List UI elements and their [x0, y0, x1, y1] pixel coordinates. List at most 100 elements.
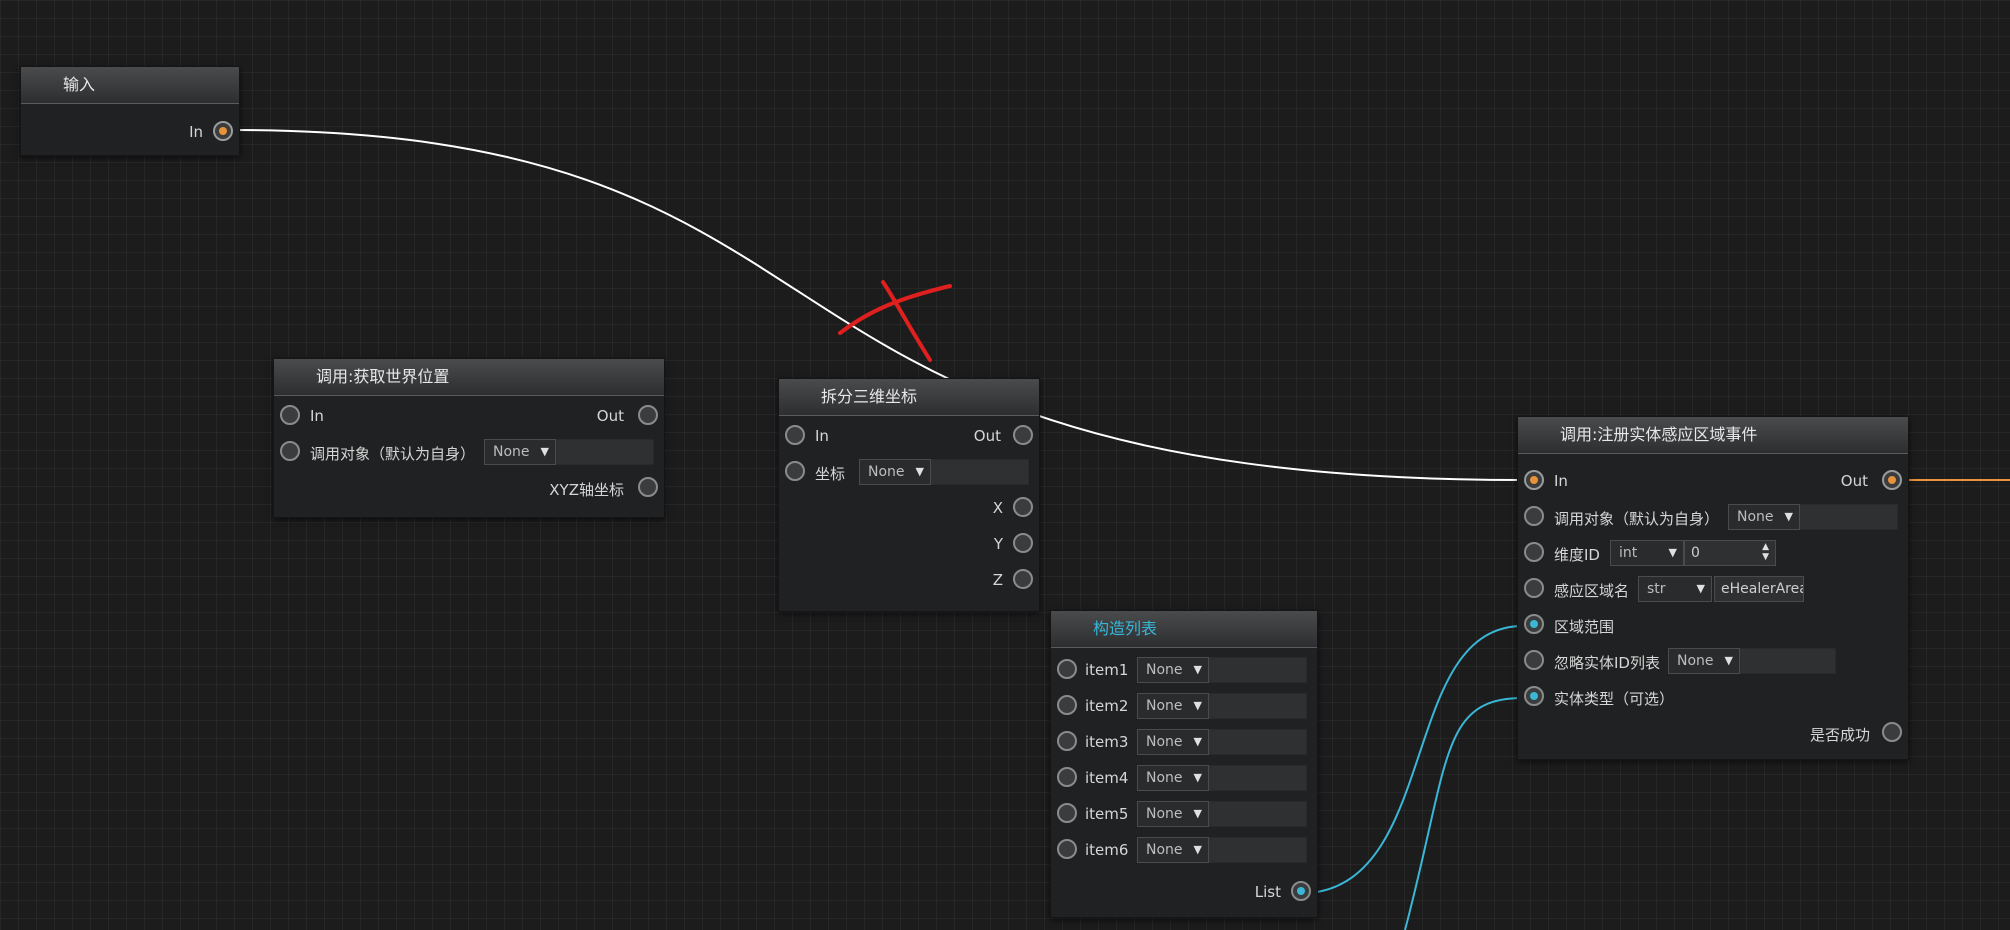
chevron-down-icon: ▼ — [1668, 546, 1677, 559]
data-wire-list-to-range[interactable] — [1309, 625, 1524, 894]
in-pin[interactable] — [280, 405, 300, 425]
item-dropdown[interactable]: None ▼ — [1137, 693, 1209, 719]
out-label: Out — [973, 427, 1001, 445]
dim-type-dropdown[interactable]: int ▼ — [1610, 540, 1684, 566]
node-get-world-position[interactable]: 调用:获取世界位置 In Out 调用对象（默认为自身） None ▼ XYZ轴… — [273, 358, 665, 518]
item-pin[interactable] — [1057, 803, 1077, 823]
ignore-dropdown[interactable]: None ▼ — [1668, 648, 1740, 674]
list-pin[interactable] — [1291, 881, 1311, 901]
z-pin[interactable] — [1013, 569, 1033, 589]
item-pin[interactable] — [1057, 731, 1077, 751]
ignore-pin[interactable] — [1524, 650, 1544, 670]
coord-dropdown[interactable]: None ▼ — [859, 459, 931, 485]
graph-canvas[interactable]: 输入 In 调用:获取世界位置 In Out 调用对象（默认为自身） None … — [0, 0, 2010, 930]
item-pin[interactable] — [1057, 839, 1077, 859]
caller-pin[interactable] — [280, 441, 300, 461]
caller-label: 调用对象（默认为自身） — [310, 445, 476, 463]
item-dropdown[interactable]: None ▼ — [1137, 765, 1209, 791]
ignore-value: None — [1677, 653, 1714, 669]
ignore-label: 忽略实体ID列表 — [1554, 654, 1660, 672]
item-value: None — [1146, 662, 1183, 678]
node-title: 调用:获取世界位置 — [274, 359, 664, 396]
item-label: item3 — [1085, 733, 1129, 751]
z-label: Z — [992, 571, 1003, 589]
xyz-pin[interactable] — [638, 477, 658, 497]
entity-type-label: 实体类型（可选） — [1554, 690, 1675, 708]
dim-value: 0 — [1691, 545, 1700, 561]
success-pin[interactable] — [1882, 722, 1902, 742]
caller-pin[interactable] — [1524, 506, 1544, 526]
chevron-down-icon: ▼ — [1193, 699, 1202, 712]
node-split-vector3[interactable]: 拆分三维坐标 In Out 坐标 None ▼ X Y Z — [778, 378, 1040, 612]
item-label: item2 — [1085, 697, 1129, 715]
range-pin[interactable] — [1524, 614, 1544, 634]
node-build-list[interactable]: 构造列表 item1 None ▼ item2 None ▼ item3 None ▼ item4… — [1050, 610, 1318, 918]
y-label: Y — [993, 535, 1003, 553]
chevron-down-icon: ▼ — [1784, 510, 1793, 523]
dim-type: int — [1619, 545, 1638, 561]
entity-type-pin[interactable] — [1524, 686, 1544, 706]
item-label: item4 — [1085, 769, 1129, 787]
item-pin[interactable] — [1057, 659, 1077, 679]
in-label: In — [189, 123, 203, 141]
item-dropdown[interactable]: None ▼ — [1137, 657, 1209, 683]
node-title: 构造列表 — [1051, 611, 1317, 648]
node-register-area-event[interactable]: 调用:注册实体感应区域事件 In Out 调用对象（默认为自身） None ▼ … — [1517, 416, 1909, 760]
item-dropdown[interactable]: None ▼ — [1137, 801, 1209, 827]
caller-dropdown[interactable]: None ▼ — [484, 439, 556, 465]
x-label: X — [992, 499, 1003, 517]
data-wire-to-entity-type[interactable] — [1404, 697, 1524, 930]
caller-value: None — [493, 444, 530, 460]
out-label: Out — [596, 407, 624, 425]
chevron-down-icon: ▼ — [540, 445, 549, 458]
in-pin[interactable] — [1524, 470, 1544, 490]
out-label: Out — [1840, 472, 1868, 490]
out-pin[interactable] — [1013, 425, 1033, 445]
out-pin[interactable] — [638, 405, 658, 425]
area-name-type-dropdown[interactable]: str ▼ — [1638, 576, 1712, 602]
spinner-icon[interactable]: ▲ ▼ — [1762, 542, 1769, 562]
list-item-row: item2 None ▼ — [1051, 691, 1317, 721]
xyz-label: XYZ轴坐标 — [549, 481, 624, 499]
node-input[interactable]: 输入 In — [20, 66, 240, 156]
area-name-value: eHealerArea — [1721, 581, 1804, 597]
chevron-down-icon: ▼ — [1193, 843, 1202, 856]
area-name-input[interactable]: eHealerArea — [1714, 576, 1804, 602]
x-pin[interactable] — [1013, 497, 1033, 517]
in-label: In — [1554, 472, 1568, 490]
coord-pin[interactable] — [785, 461, 805, 481]
area-name-type: str — [1647, 581, 1666, 597]
area-name-pin[interactable] — [1524, 578, 1544, 598]
caller-dropdown[interactable]: None ▼ — [1728, 504, 1800, 530]
item-value: None — [1146, 806, 1183, 822]
list-label: List — [1254, 883, 1281, 901]
chevron-down-icon: ▼ — [915, 465, 924, 478]
in-pin[interactable] — [213, 121, 233, 141]
dim-label: 维度ID — [1554, 546, 1600, 564]
node-title: 拆分三维坐标 — [779, 379, 1039, 416]
caller-value: None — [1737, 509, 1774, 525]
item-pin[interactable] — [1057, 767, 1077, 787]
coord-label: 坐标 — [815, 465, 846, 483]
item-dropdown[interactable]: None ▼ — [1137, 729, 1209, 755]
caller-label: 调用对象（默认为自身） — [1554, 510, 1720, 528]
chevron-down-icon: ▼ — [1193, 735, 1202, 748]
in-label: In — [310, 407, 324, 425]
chevron-down-icon: ▼ — [1724, 654, 1733, 667]
coord-value: None — [868, 464, 905, 480]
chevron-down-icon: ▼ — [1696, 582, 1705, 595]
item-dropdown[interactable]: None ▼ — [1137, 837, 1209, 863]
in-pin[interactable] — [785, 425, 805, 445]
y-pin[interactable] — [1013, 533, 1033, 553]
area-name-label: 感应区域名 — [1554, 582, 1630, 600]
chevron-down-icon: ▼ — [1193, 663, 1202, 676]
out-pin[interactable] — [1882, 470, 1902, 490]
dim-pin[interactable] — [1524, 542, 1544, 562]
success-label: 是否成功 — [1809, 726, 1870, 744]
node-title: 调用:注册实体感应区域事件 — [1518, 417, 1908, 454]
item-value: None — [1146, 698, 1183, 714]
item-label: item1 — [1085, 661, 1129, 679]
dim-value-input[interactable]: 0 ▲ ▼ — [1684, 540, 1776, 566]
item-pin[interactable] — [1057, 695, 1077, 715]
list-item-row: item1 None ▼ — [1051, 655, 1317, 685]
